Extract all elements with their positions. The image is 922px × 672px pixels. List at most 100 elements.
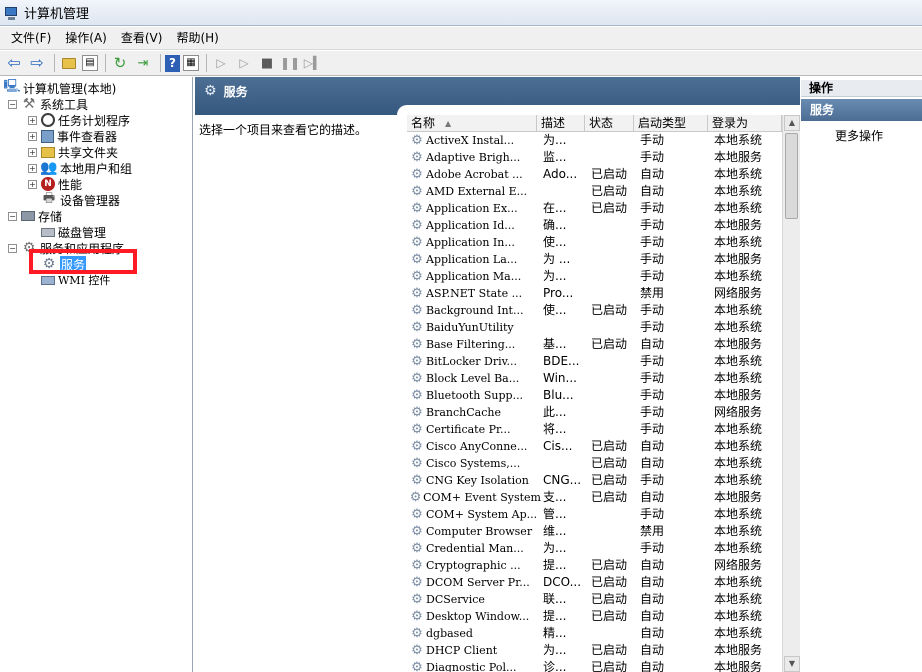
table-row[interactable]: ⚙ BitLocker Driv... BDE... 手动 本地系统 (407, 353, 782, 370)
tree-item-storage[interactable]: − 存储 (8, 208, 62, 224)
scroll-up-icon[interactable]: ▲ (784, 115, 800, 131)
expand-icon[interactable]: + (28, 131, 37, 141)
cell-text: CNG... (543, 473, 582, 487)
service-name-cell: ⚙ DCOM Server Pr... (407, 574, 541, 591)
cell-text: 手动 (640, 133, 665, 147)
tree-item-wmi[interactable]: WMI 控件 (41, 272, 110, 288)
table-row[interactable]: ⚙ Diagnostic Pol... 诊... 已启动 自动 本地服务 (407, 659, 782, 672)
table-row[interactable]: ⚙ DCOM Server Pr... DCO... 已启动 自动 本地系统 (407, 574, 782, 591)
play-icon[interactable]: ▷ (234, 53, 254, 73)
cell-text: 本地系统 (714, 439, 763, 453)
table-row[interactable]: ⚙ Certificate Pr... 将... 手动 本地系统 (407, 421, 782, 438)
restart-icon[interactable]: ▷▍ (303, 53, 323, 73)
actions-section-services[interactable]: 服务 (801, 99, 922, 121)
table-row[interactable]: ⚙ Base Filtering... 基... 已启动 自动 本地服务 (407, 336, 782, 353)
service-logon-cell: 本地系统 (712, 353, 782, 370)
service-gear-icon: ⚙ (411, 354, 423, 369)
scroll-down-icon[interactable]: ▼ (784, 656, 800, 672)
service-logon-cell: 本地系统 (712, 625, 782, 642)
column-name[interactable]: 名称 ▲ (407, 115, 537, 132)
start-service-icon[interactable]: ▷ (211, 53, 231, 73)
help-icon[interactable]: ? (165, 54, 180, 72)
properties-icon[interactable]: ▦ (183, 55, 199, 71)
tree-item-label: 磁盘管理 (58, 225, 107, 240)
column-description[interactable]: 描述 (537, 115, 585, 132)
expand-icon[interactable]: + (28, 147, 37, 157)
cell-text: 已启动 (591, 643, 628, 657)
tree-item-device-manager[interactable]: 🖶 设备管理器 (41, 191, 120, 208)
tree-item-system-tools[interactable]: − ⚒ 系统工具 (8, 96, 88, 112)
table-row[interactable]: ⚙ COM+ System Ap... 管... 手动 本地系统 (407, 506, 782, 523)
table-row[interactable]: ⚙ Application Ex... 在... 已启动 手动 本地系统 (407, 200, 782, 217)
table-row[interactable]: ⚙ BranchCache 此... 手动 网络服务 (407, 404, 782, 421)
expand-icon[interactable]: + (28, 115, 37, 125)
table-row[interactable]: ⚙ Desktop Window... 提... 已启动 自动 本地系统 (407, 608, 782, 625)
up-folder-icon[interactable] (59, 53, 79, 73)
table-row[interactable]: ⚙ Cisco AnyConne... Cis... 已启动 自动 本地系统 (407, 438, 782, 455)
tree-item-label: 性能 (58, 177, 83, 192)
column-startup-type[interactable]: 启动类型 (634, 115, 708, 132)
service-description-cell: 提... (541, 608, 589, 625)
cell-text: Base Filtering... (426, 338, 516, 351)
service-startup-cell: 自动 (638, 336, 712, 353)
service-name-cell: ⚙ Credential Man... (407, 540, 541, 557)
cell-text: 手动 (640, 218, 665, 232)
table-row[interactable]: ⚙ Adobe Acrobat ... Ado... 已启动 自动 本地系统 (407, 166, 782, 183)
tree-item-disk-management[interactable]: 磁盘管理 (41, 224, 106, 240)
table-row[interactable]: ⚙ dgbased 精... 自动 本地系统 (407, 625, 782, 642)
table-row[interactable]: ⚙ CNG Key Isolation CNG... 已启动 手动 本地系统 (407, 472, 782, 489)
service-status-cell (589, 387, 638, 404)
refresh-icon[interactable]: ↻ (110, 53, 130, 73)
column-logon-as[interactable]: 登录为 (708, 115, 782, 132)
table-row[interactable]: ⚙ DCService 联... 已启动 自动 本地系统 (407, 591, 782, 608)
collapse-icon[interactable]: − (8, 243, 17, 253)
cell-text: 本地系统 (714, 133, 763, 147)
vertical-scrollbar[interactable]: ▲ ▼ (782, 115, 800, 672)
table-row[interactable]: ⚙ Cisco Systems,... 已启动 自动 本地系统 (407, 455, 782, 472)
expand-icon[interactable]: + (28, 179, 37, 189)
tree-root[interactable]: 🖳 计算机管理(本地) (3, 79, 116, 96)
table-row[interactable]: ⚙ Cryptographic ... 提... 已启动 自动 网络服务 (407, 557, 782, 574)
service-description-cell: 为... (541, 540, 589, 557)
table-row[interactable]: ⚙ Adaptive Brigh... 监... 手动 本地服务 (407, 149, 782, 166)
menu-view[interactable]: 查看(V) (114, 27, 170, 49)
show-hide-tree-icon[interactable]: ▤ (82, 55, 98, 71)
table-row[interactable]: ⚙ Application Ma... 为... 手动 本地系统 (407, 268, 782, 285)
table-row[interactable]: ⚙ Background Int... 使... 已启动 手动 本地系统 (407, 302, 782, 319)
table-row[interactable]: ⚙ DHCP Client 为... 已启动 自动 本地服务 (407, 642, 782, 659)
table-row[interactable]: ⚙ ASP.NET State ... Pro... 禁用 网络服务 (407, 285, 782, 302)
column-status[interactable]: 状态 (585, 115, 634, 132)
table-row[interactable]: ⚙ COM+ Event System 支... 已启动 自动 本地服务 (407, 489, 782, 506)
menu-action[interactable]: 操作(A) (58, 27, 114, 49)
forward-icon[interactable]: ⇨ (27, 53, 47, 73)
stop-icon[interactable]: ■ (257, 53, 277, 73)
tree-item-shared-folders[interactable]: + 共享文件夹 (28, 144, 118, 160)
table-row[interactable]: ⚙ Credential Man... 为... 手动 本地系统 (407, 540, 782, 557)
table-row[interactable]: ⚙ Block Level Ba... Win... 手动 本地系统 (407, 370, 782, 387)
export-list-icon[interactable]: ⇥ (133, 53, 153, 73)
table-row[interactable]: ⚙ ActiveX Instal... 为... 手动 本地系统 (407, 132, 782, 149)
table-row[interactable]: ⚙ AMD External E... 已启动 自动 本地系统 (407, 183, 782, 200)
back-icon[interactable]: ⇦ (4, 53, 24, 73)
cell-text: 网络服务 (714, 286, 763, 300)
tree-item-task-scheduler[interactable]: + 任务计划程序 (28, 112, 130, 128)
table-row[interactable]: ⚙ Bluetooth Supp... Blu... 手动 本地服务 (407, 387, 782, 404)
menu-help[interactable]: 帮助(H) (169, 27, 225, 49)
cell-text: Cisco AnyConne... (426, 440, 528, 453)
table-row[interactable]: ⚙ Application In... 使... 手动 本地系统 (407, 234, 782, 251)
more-actions-link[interactable]: 更多操作 (835, 127, 883, 144)
table-row[interactable]: ⚙ BaiduYunUtility 手动 本地系统 (407, 319, 782, 336)
collapse-icon[interactable]: − (8, 99, 17, 109)
collapse-icon[interactable]: − (8, 211, 17, 221)
cell-text: 已启动 (591, 558, 628, 572)
tree-item-local-users[interactable]: + 👥 本地用户和组 (28, 160, 132, 176)
expand-icon[interactable]: + (28, 163, 37, 173)
tree-item-event-viewer[interactable]: + 事件查看器 (28, 128, 117, 144)
scroll-thumb[interactable] (785, 133, 798, 219)
table-row[interactable]: ⚙ Application Id... 确... 手动 本地服务 (407, 217, 782, 234)
table-row[interactable]: ⚙ Application La... 为 ... 手动 本地服务 (407, 251, 782, 268)
table-row[interactable]: ⚙ Computer Browser 维... 禁用 本地系统 (407, 523, 782, 540)
menu-file[interactable]: 文件(F) (4, 27, 58, 49)
pause-icon[interactable]: ❚❚ (280, 53, 300, 73)
cell-text: 自动 (640, 643, 665, 657)
